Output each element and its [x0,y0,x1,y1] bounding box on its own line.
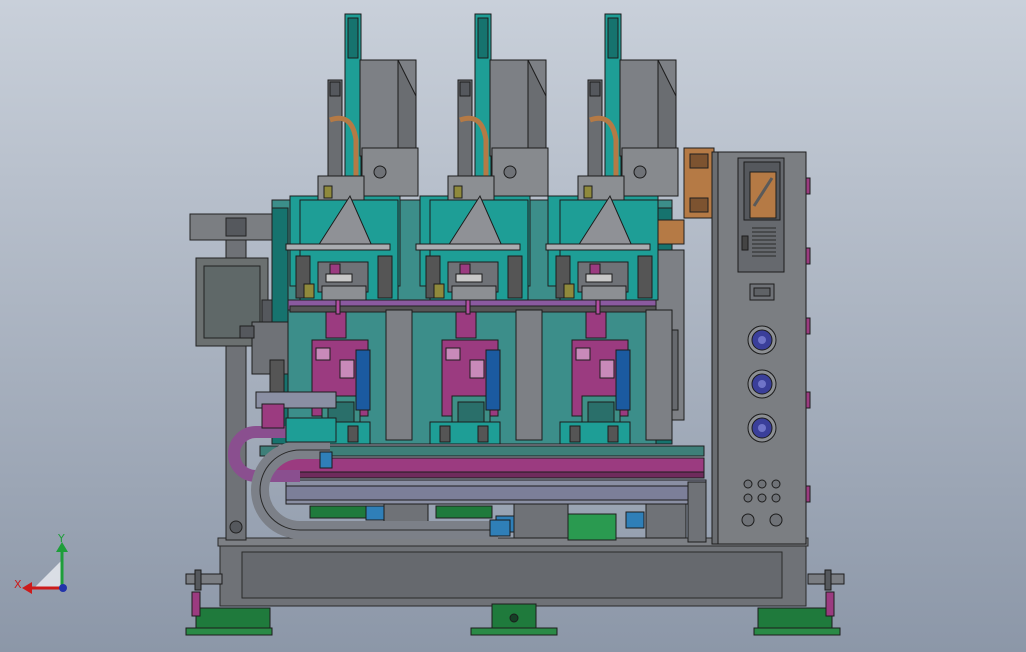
machine-drawing: X Y [0,0,1026,652]
base-beam-inner [241,551,783,599]
cabinet-button-5 [757,493,767,503]
triad-x-label: X [14,578,22,591]
cabinet-button-2 [757,479,767,489]
cabinet-switch-right [769,513,783,527]
gearbox [621,147,679,197]
station-support-column [515,309,543,441]
triad-y-label: Y [57,532,65,545]
station-support-column [385,309,413,441]
station-support-column [645,309,673,441]
base-frame [217,537,809,607]
fan-1 [747,325,777,355]
cabinet-button-1 [743,479,753,489]
gearbox [491,147,549,197]
triad-z-axis [59,584,67,592]
fan-2 [747,369,777,399]
conveyor-magenta-rail [267,457,705,473]
cabinet-button-4 [743,493,753,503]
cabinet-switch-left [741,513,755,527]
gearbox [361,147,419,197]
cooling-fans [747,325,777,443]
cabinet-button-3 [771,479,781,489]
fan-3 [747,413,777,443]
cabinet-button-6 [771,493,781,503]
punch-head [585,311,607,339]
punch-head [455,311,477,339]
cad-viewport[interactable]: X Y [0,0,1026,652]
punch-head [325,311,347,339]
press-stations [285,13,679,445]
